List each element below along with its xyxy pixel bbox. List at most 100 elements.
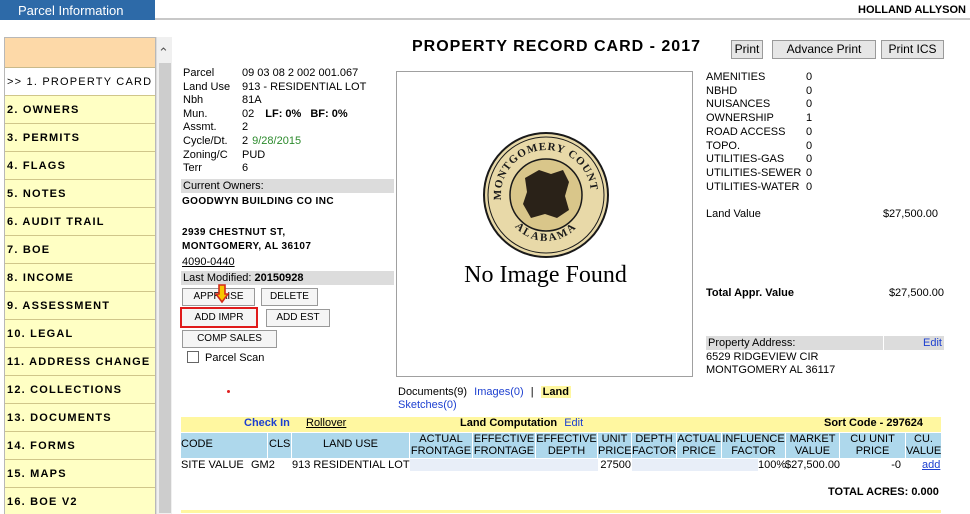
scrollbar-thumb[interactable] — [159, 63, 171, 513]
col-depth-factor: DEPTH FACTOR — [632, 433, 677, 458]
sidebar: >> 1. PROPERTY CARD 2. OWNERS 3. PERMITS 4.… — [4, 37, 156, 514]
land-value-label: Land Value — [706, 208, 761, 220]
red-dot-marker — [227, 390, 230, 393]
bottom-yellow-line — [181, 510, 941, 513]
rollover-link[interactable]: Rollover — [306, 417, 346, 429]
zoning-row: Zoning/C PUD — [183, 149, 395, 163]
cell-unit-price: 27500 — [600, 459, 631, 471]
attribute-value: 0 — [806, 98, 813, 111]
parcel-label: Parcel — [183, 67, 215, 79]
col-influence-factor: INFLUENCE FACTOR — [722, 433, 785, 458]
nbh-value: 81A — [242, 94, 262, 107]
sidebar-item[interactable]: 15. MAPS — [5, 460, 155, 488]
land-computation-title: Land Computation Edit — [460, 417, 583, 429]
land-value: $27,500.00 — [882, 208, 938, 220]
sidebar-item[interactable]: 14. FORMS — [5, 432, 155, 460]
attribute-label: AMENITIES — [706, 71, 766, 83]
col-unit-price: UNIT PRICE — [598, 433, 632, 458]
nbh-label: Nbh — [183, 94, 204, 107]
property-address-edit-link[interactable]: Edit — [923, 337, 942, 349]
sidebar-item[interactable]: 8. INCOME — [5, 264, 155, 292]
cycle-date: 9/28/2015 — [252, 134, 302, 147]
cell-cu-value-add-link[interactable]: add — [922, 459, 940, 471]
attribute-value: 0 — [806, 166, 813, 179]
cycle-label: Cycle/Dt. — [183, 134, 228, 147]
attribute-row: ROAD ACCESS 0 — [706, 126, 812, 140]
cell-influence: 100% — [758, 459, 787, 471]
cycle-value: 2 — [242, 134, 249, 147]
owner-address-line2: MONTGOMERY, AL 36107 — [182, 241, 312, 252]
sidebar-item[interactable]: 5. NOTES — [5, 180, 155, 208]
attribute-label: UTILITIES-WATER — [706, 180, 800, 193]
page-title: PROPERTY RECORD CARD - 2017 — [412, 38, 701, 55]
delete-button[interactable]: DELETE — [261, 288, 318, 306]
sidebar-item[interactable]: 12. COLLECTIONS — [5, 376, 155, 404]
total-appr-label: Total Appr. Value — [706, 287, 795, 299]
owner-address-line1: 2939 CHESTNUT ST, — [182, 227, 286, 238]
print-ics-button[interactable]: Print ICS — [881, 40, 944, 59]
last-modified-bar: Last Modified: 20150928 — [181, 271, 394, 285]
terr-row: Terr 6 — [183, 162, 395, 176]
zoning-label: Zoning/C — [183, 148, 228, 161]
images-link[interactable]: Images(0) — [474, 386, 524, 398]
top-bar: Parcel Information HOLLAND ALLYSON — [0, 0, 970, 20]
sidebar-item[interactable]: 9. ASSESSMENT — [5, 292, 155, 320]
sidebar-item[interactable]: 11. ADDRESS CHANGE — [5, 348, 155, 376]
sidebar-item[interactable]: 13. DOCUMENTS — [5, 404, 155, 432]
cell-cu-unit-price: -0 — [891, 459, 901, 471]
row-empty-band-2 — [632, 459, 758, 471]
row-empty-band — [410, 459, 598, 471]
land-computation-edit-link[interactable]: Edit — [564, 417, 583, 429]
cycle-row: Cycle/Dt. 2 9/28/2015 — [183, 135, 395, 149]
attribute-value: 0 — [806, 125, 813, 138]
sort-code: Sort Code - 297624 — [824, 417, 924, 429]
sketches-link[interactable]: Sketches(0) — [398, 399, 457, 411]
col-code: CODE — [181, 433, 267, 458]
documents-link[interactable]: Documents(9) — [398, 386, 467, 398]
sidebar-item[interactable]: 10. LEGAL — [5, 320, 155, 348]
cell-land-use: 913 RESIDENTIAL LOT — [292, 459, 410, 471]
add-est-button[interactable]: ADD EST — [266, 309, 330, 327]
sidebar-item[interactable]: 7. BOE — [5, 236, 155, 264]
advance-print-button[interactable]: Advance Print — [772, 40, 876, 59]
add-impr-button[interactable]: ADD IMPR — [180, 307, 258, 328]
no-image-text: No Image Found — [464, 262, 627, 288]
total-appr-row: Total Appr. Value $27,500.00 — [706, 287, 944, 299]
scroll-up-icon[interactable]: ⌃ — [158, 45, 169, 61]
land-use-label: Land Use — [183, 80, 231, 93]
sidebar-item[interactable]: 3. PERMITS — [5, 124, 155, 152]
sidebar-scrollbar[interactable]: ⌃ — [156, 37, 172, 514]
attribute-label: NUISANCES — [706, 98, 771, 111]
attribute-row: NBHD 0 — [706, 85, 812, 99]
land-tab[interactable]: Land — [540, 386, 571, 398]
col-market-value: MARKET VALUE — [786, 433, 839, 458]
sidebar-item[interactable]: 16. BOE V2 — [5, 488, 155, 514]
attribute-row: AMENITIES 0 — [706, 71, 812, 85]
parcel-scan-checkbox[interactable] — [187, 351, 199, 363]
county-seal-icon: MONTGOMERY COUNTY ALABAMA — [481, 130, 609, 258]
cell-cls: GM2 — [251, 459, 275, 471]
col-effective-depth: EFFECTIVE DEPTH — [536, 433, 597, 458]
attribute-value: 0 — [806, 180, 813, 193]
property-address-header: Property Address: — [706, 336, 883, 350]
comp-sales-button[interactable]: COMP SALES — [182, 330, 277, 348]
panel-title: Parcel Information — [0, 0, 155, 20]
owner-phone-link[interactable]: 4090-0440 — [182, 256, 235, 268]
sidebar-item[interactable]: 2. OWNERS — [5, 96, 155, 124]
sidebar-item[interactable]: 4. FLAGS — [5, 152, 155, 180]
sidebar-item[interactable]: >> 1. PROPERTY CARD — [5, 68, 155, 96]
print-button[interactable]: Print — [731, 40, 763, 59]
nbh-row: Nbh 81A — [183, 94, 395, 108]
last-modified-label: Last Modified: — [183, 272, 252, 284]
attribute-value: 0 — [806, 71, 813, 83]
mun-label: Mun. — [183, 107, 208, 120]
sidebar-header — [5, 38, 155, 68]
parcel-row: Parcel 09 03 08 2 002 001.067 — [183, 67, 395, 81]
check-in-link[interactable]: Check In — [244, 417, 290, 429]
cursor-arrow-icon — [214, 284, 230, 304]
attributes-list: AMENITIES 0 NBHD 0 NUISANCES 0 OWNERSHIP 1 R… — [706, 71, 812, 194]
top-divider — [155, 18, 970, 20]
cell-code: SITE VALUE — [181, 459, 244, 471]
sidebar-item[interactable]: 6. AUDIT TRAIL — [5, 208, 155, 236]
attribute-label: OWNERSHIP — [706, 112, 774, 125]
